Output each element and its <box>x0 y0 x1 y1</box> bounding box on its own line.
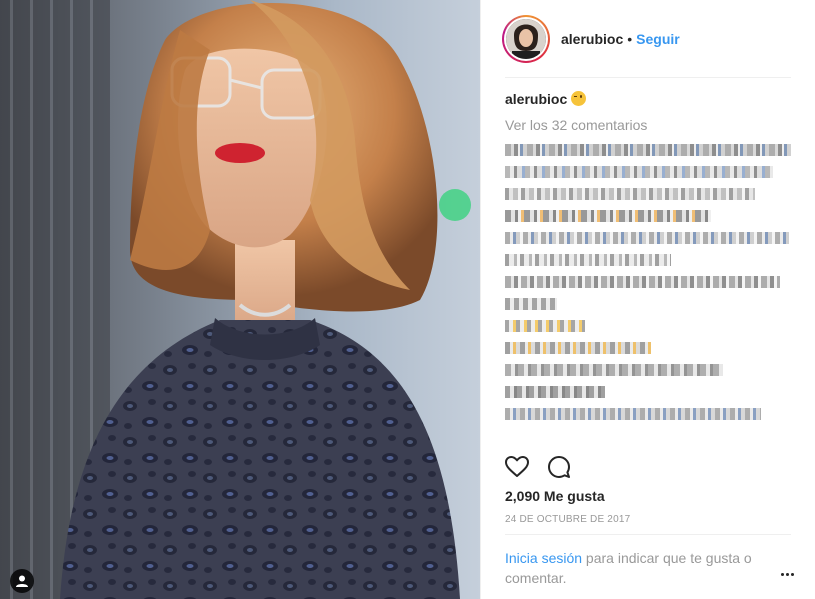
blurred-comment <box>505 298 557 310</box>
blurred-comment <box>505 188 755 200</box>
blurred-comments <box>505 144 795 420</box>
heart-icon[interactable] <box>505 455 533 483</box>
user-tag-icon[interactable] <box>10 569 34 593</box>
wink-face-emoji-icon <box>571 91 587 106</box>
blurred-comment <box>505 408 761 420</box>
blurred-comment <box>505 364 723 376</box>
divider <box>505 77 791 78</box>
post-header: alerubioc • Seguir <box>481 0 815 78</box>
separator-dot: • <box>627 31 633 47</box>
instagram-post: alerubioc • Seguir alerubioc Ver los 32 … <box>0 0 815 599</box>
blurred-comment <box>505 144 791 156</box>
post-photo[interactable] <box>0 0 480 599</box>
comment-icon[interactable] <box>547 455 575 483</box>
more-options-icon[interactable] <box>777 566 797 582</box>
caption-username[interactable]: alerubioc <box>505 91 567 107</box>
blurred-comment <box>505 210 711 222</box>
blurred-comment <box>505 386 605 398</box>
username-link[interactable]: alerubioc <box>561 31 623 47</box>
divider <box>505 534 791 535</box>
blurred-comment <box>505 166 773 178</box>
login-link[interactable]: Inicia sesión <box>505 550 582 566</box>
post-side-panel: alerubioc • Seguir alerubioc Ver los 32 … <box>480 0 815 599</box>
blurred-comment <box>505 320 585 332</box>
likes-count[interactable]: 2,090 Me gusta <box>505 488 605 504</box>
login-prompt: Inicia sesión para indicar que te gusta … <box>505 548 770 588</box>
blurred-comment <box>505 276 780 288</box>
portrait-image <box>0 0 480 599</box>
action-bar <box>505 455 589 483</box>
comments-section: alerubioc Ver los 32 comentarios <box>505 88 795 430</box>
blurred-comment <box>505 342 651 354</box>
follow-button[interactable]: Seguir <box>636 31 680 47</box>
post-date: 24 DE OCTUBRE DE 2017 <box>505 514 631 525</box>
avatar-image <box>506 19 546 59</box>
blurred-comment <box>505 254 671 266</box>
blurred-comment <box>505 232 789 244</box>
avatar[interactable] <box>502 15 550 63</box>
caption: alerubioc <box>505 88 795 110</box>
view-all-comments-link[interactable]: Ver los 32 comentarios <box>505 114 795 136</box>
